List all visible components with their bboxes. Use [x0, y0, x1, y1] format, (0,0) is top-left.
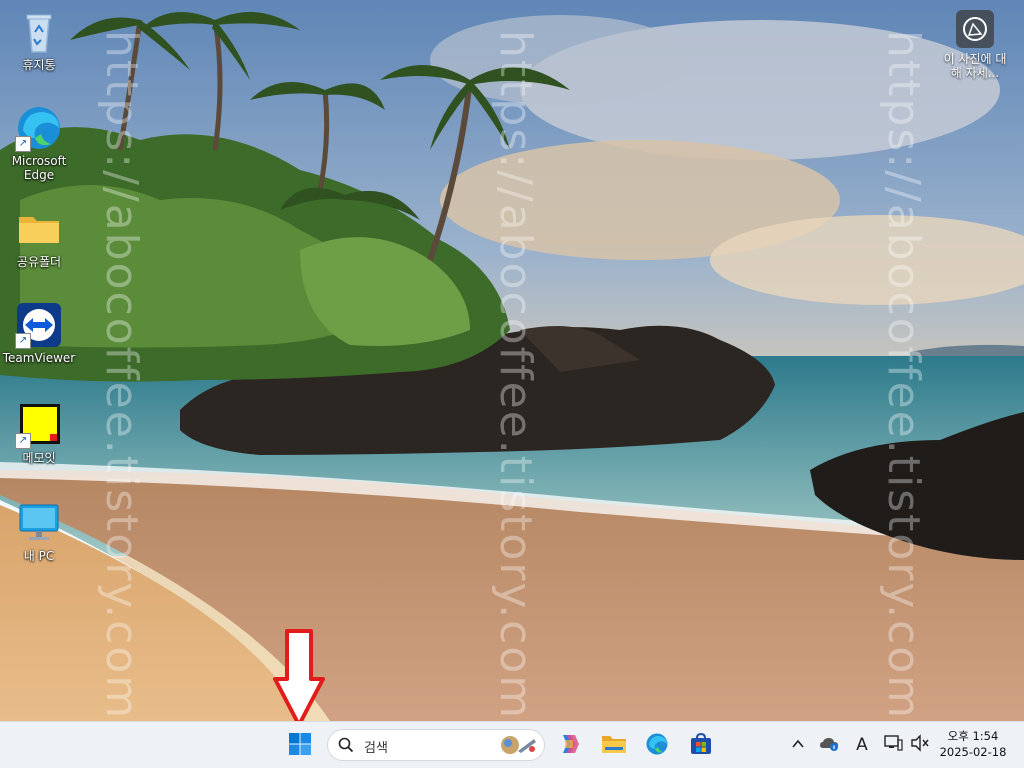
clock-time: 오후 1:54 — [947, 729, 999, 743]
onedrive-button[interactable] — [818, 734, 840, 756]
desktop-icon-teamviewer[interactable]: ↗ TeamViewer — [2, 301, 76, 365]
desktop-icon-my-pc[interactable]: 내 PC — [2, 499, 76, 563]
shortcut-arrow-icon: ↗ — [15, 333, 31, 349]
desktop-icon-label: 메모잇 — [22, 451, 56, 465]
taskbar: 검색 A 오후 1:54 2025-02-18 — [0, 721, 1024, 768]
ime-indicator[interactable]: A — [851, 734, 873, 756]
show-hidden-icons-button[interactable] — [787, 734, 809, 756]
red-arrow-annotation — [272, 629, 326, 733]
taskbar-search[interactable]: 검색 — [327, 729, 545, 761]
ime-label: A — [856, 735, 868, 755]
edge-icon: ↗ — [15, 104, 63, 152]
clock[interactable]: 오후 1:54 2025-02-18 — [930, 728, 1016, 760]
about-this-photo-label: 이 사진에 대해 자세... — [943, 52, 1007, 80]
search-highlight-icon — [498, 733, 538, 761]
copilot-button[interactable] — [553, 730, 585, 762]
file-explorer-icon — [601, 732, 627, 760]
desktop-icon-label: 휴지통 — [22, 58, 56, 72]
desktop-icon-label: TeamViewer — [2, 351, 76, 365]
desktop-icon-memo[interactable]: ↗ 메모잇 — [2, 401, 76, 465]
edge-icon — [645, 732, 669, 760]
desktop-icon-label: 공유폴더 — [16, 255, 62, 269]
sticky-note-icon: ↗ — [15, 401, 63, 449]
shortcut-arrow-icon: ↗ — [15, 136, 31, 152]
file-explorer-button[interactable] — [598, 730, 630, 762]
desktop-icon-label: 내 PC — [23, 549, 55, 563]
cloud-icon — [819, 735, 839, 755]
chevron-up-icon — [791, 736, 805, 755]
desktop-wallpaper — [0, 0, 1024, 721]
desktop-icon-edge[interactable]: ↗ Microsoft Edge — [2, 104, 76, 182]
network-icon — [883, 734, 903, 756]
network-button[interactable] — [882, 734, 904, 756]
teamviewer-icon: ↗ — [15, 301, 63, 349]
microsoft-store-icon — [689, 732, 713, 760]
clock-date: 2025-02-18 — [939, 745, 1007, 759]
monitor-icon — [15, 499, 63, 547]
desktop-icon-label: Microsoft Edge — [11, 154, 67, 182]
recycle-bin-icon — [15, 8, 63, 56]
volume-button[interactable] — [909, 734, 931, 756]
start-button[interactable] — [284, 730, 316, 762]
folder-icon — [15, 205, 63, 253]
microsoft-store-button[interactable] — [685, 730, 717, 762]
volume-muted-icon — [910, 734, 930, 756]
windows-start-icon — [288, 732, 312, 760]
camera-icon — [956, 10, 994, 48]
about-this-photo[interactable]: 이 사진에 대해 자세... — [940, 10, 1010, 80]
search-placeholder: 검색 — [364, 741, 388, 756]
edge-taskbar-button[interactable] — [641, 730, 673, 762]
copilot-icon — [557, 732, 581, 760]
shortcut-arrow-icon: ↗ — [15, 433, 31, 449]
desktop-icon-shared-folder[interactable]: 공유폴더 — [2, 205, 76, 269]
search-icon — [338, 737, 354, 757]
desktop-icon-recycle-bin[interactable]: 휴지통 — [2, 8, 76, 72]
